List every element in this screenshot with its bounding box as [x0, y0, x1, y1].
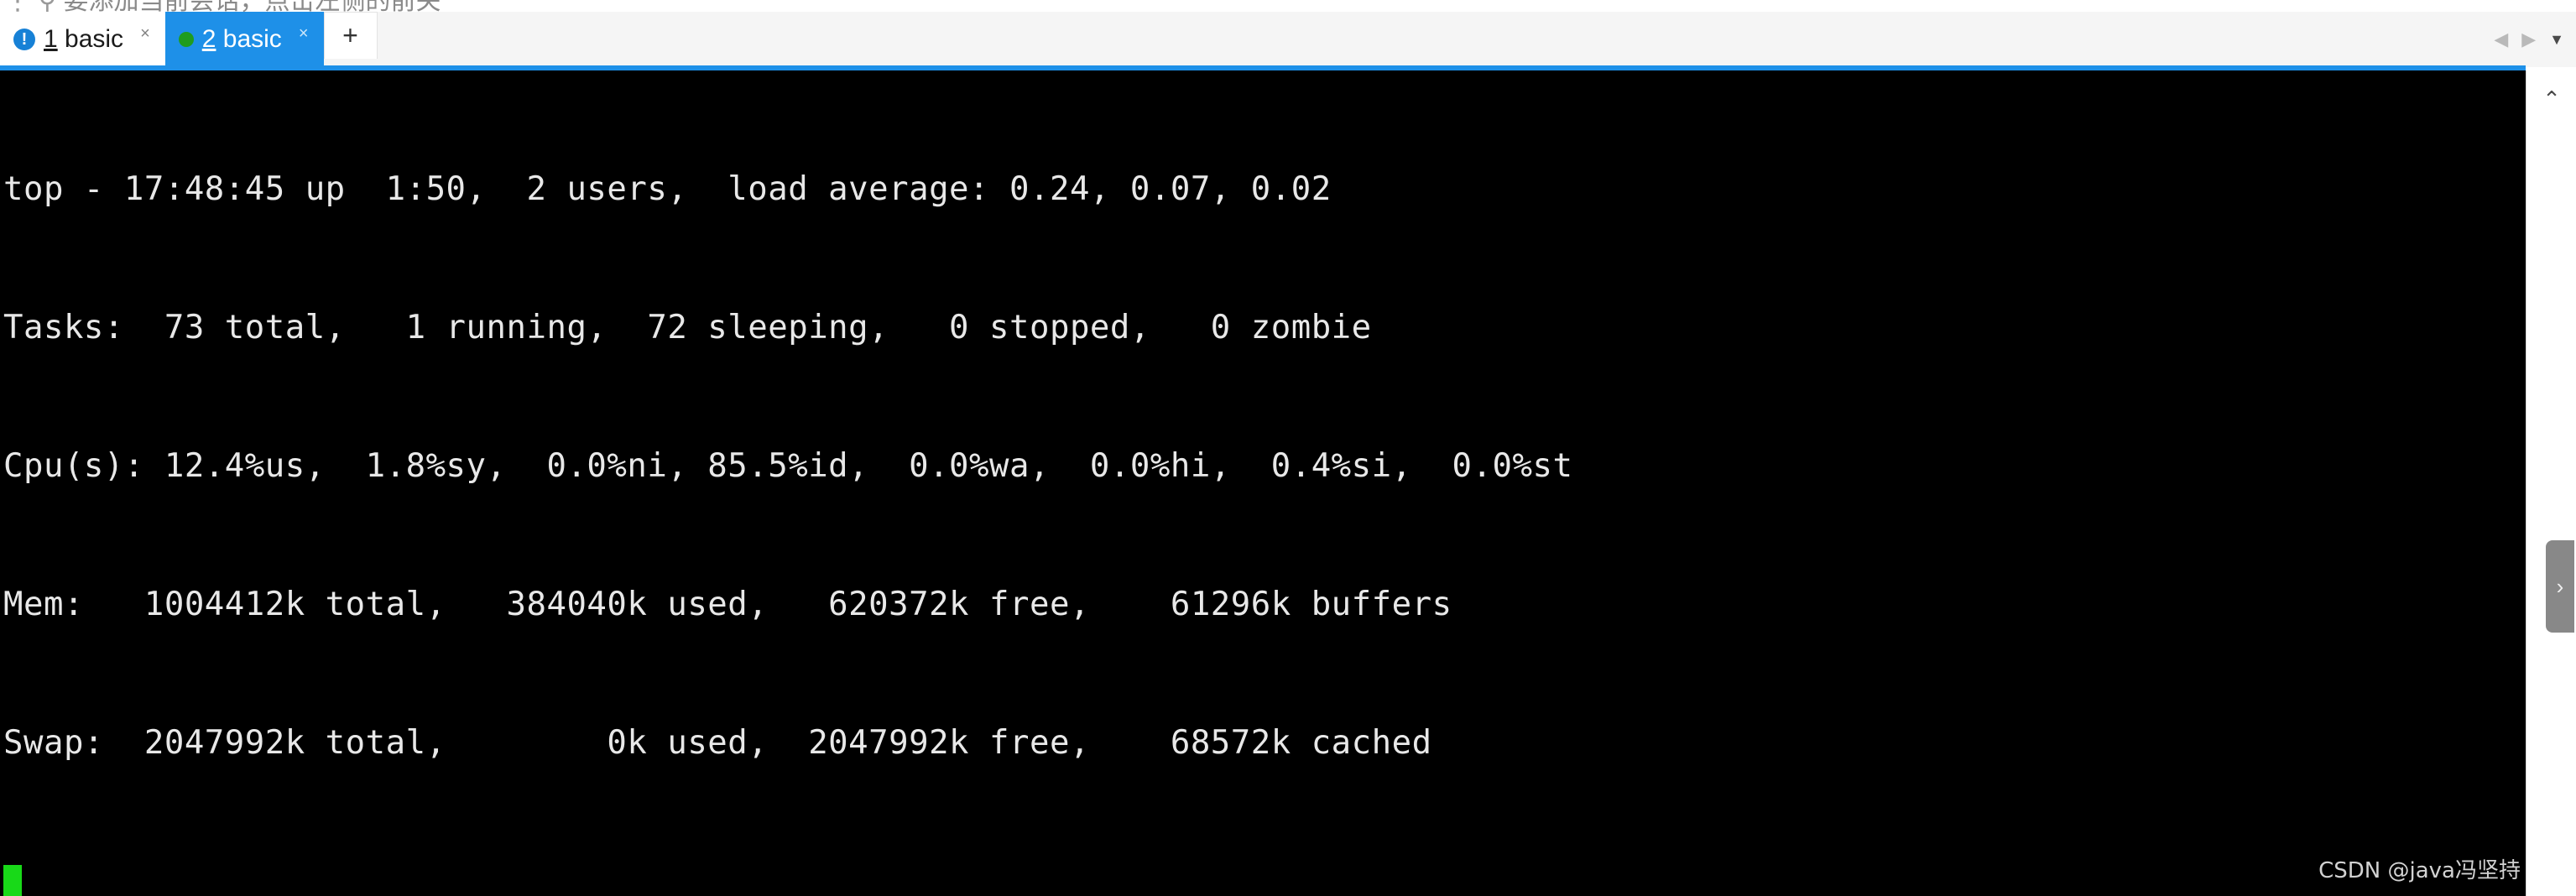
tab-1-basic[interactable]: ! 1 basic ×: [0, 12, 165, 67]
info-icon: !: [13, 29, 35, 50]
tab-2-basic[interactable]: 2 basic ×: [164, 12, 324, 67]
tab-nav-controls: ◀ ▶ ▼: [2494, 12, 2569, 67]
pin-icon: ⋮ ⚲: [5, 0, 57, 12]
scroll-up-chevron-icon[interactable]: ⌃: [2526, 82, 2576, 116]
session-hint-text: 要添加当前会话，点击左侧的前关: [64, 0, 441, 12]
tab-2-number: 2: [201, 25, 216, 53]
watermark-text: CSDN @java冯坚持: [2318, 858, 2521, 883]
tab-prev-icon[interactable]: ◀: [2494, 29, 2508, 50]
tab-2-name: basic: [216, 25, 282, 53]
tab-menu-chevron-down-icon[interactable]: ▼: [2549, 31, 2564, 49]
tab-bar: ! 1 basic × 2 basic × + ◀ ▶ ▼: [0, 12, 2576, 67]
tasks-line: Tasks: 73 total, 1 running, 72 sleeping,…: [3, 309, 1372, 346]
terminal-cursor-line: [3, 858, 2526, 896]
tab-1-label: 1 basic: [44, 25, 123, 54]
tab-1-close-icon[interactable]: ×: [140, 24, 150, 44]
terminal-app-window: ⋮ ⚲ 要添加当前会话，点击左侧的前关 ! 1 basic × 2 basic ×…: [0, 0, 2576, 896]
top-header-line: top - 17:48:45 up 1:50, 2 users, load av…: [3, 170, 1332, 208]
terminal-output[interactable]: top - 17:48:45 up 1:50, 2 users, load av…: [0, 70, 2526, 896]
connected-dot-icon: [178, 32, 194, 47]
mem-line: Mem: 1004412k total, 384040k used, 62037…: [3, 586, 1452, 623]
tab-2-label: 2 basic: [202, 25, 282, 54]
tab-1-number: 1: [44, 25, 58, 53]
side-panel-expand-icon[interactable]: ›: [2546, 540, 2574, 633]
swap-line: Swap: 2047992k total, 0k used, 2047992k …: [3, 724, 1432, 762]
new-tab-button[interactable]: +: [323, 12, 378, 59]
tab-1-name: basic: [57, 25, 124, 53]
cursor-block-icon: [3, 865, 22, 896]
terminal-scrollbar[interactable]: ⌃ ›: [2526, 70, 2576, 896]
tab-next-icon[interactable]: ▶: [2521, 29, 2536, 50]
session-hint-strip: ⋮ ⚲ 要添加当前会话，点击左侧的前关: [0, 0, 2576, 12]
tab-2-close-icon[interactable]: ×: [299, 24, 309, 44]
tab-list: ! 1 basic × 2 basic × +: [0, 12, 378, 67]
cpu-line: Cpu(s): 12.4%us, 1.8%sy, 0.0%ni, 85.5%id…: [3, 447, 1573, 485]
